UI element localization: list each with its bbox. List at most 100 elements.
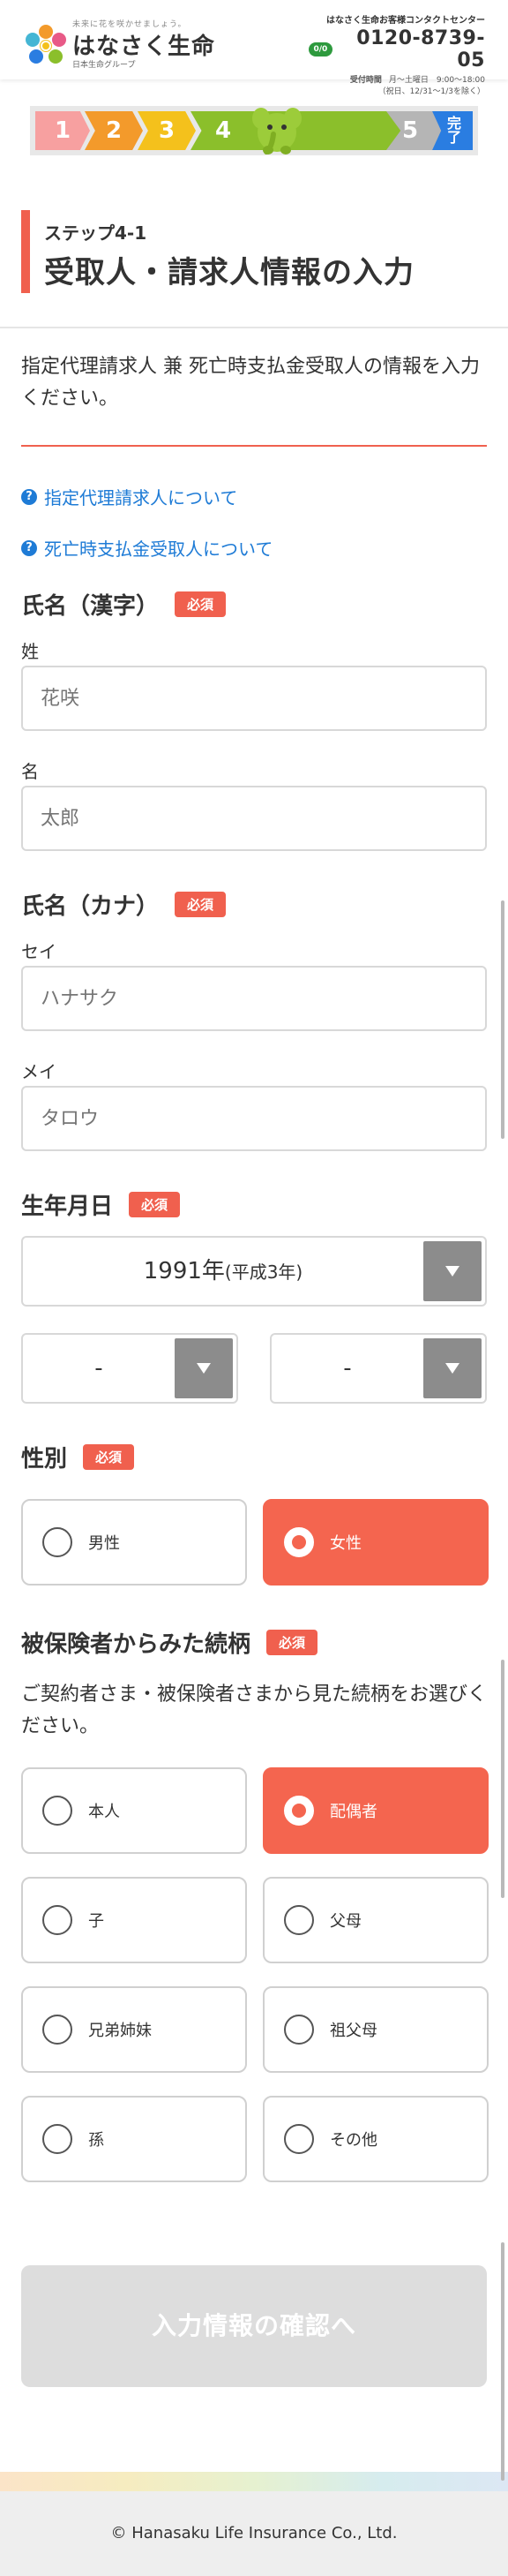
question-icon: ?: [21, 488, 37, 505]
footer-copyright: © Hanasaku Life Insurance Co., Ltd.: [0, 2491, 508, 2576]
relation-option-grandchild[interactable]: 孫: [21, 2096, 247, 2182]
birthdate-label-text: 生年月日: [21, 1194, 114, 1220]
footer-stripe: [0, 2472, 508, 2491]
first-name-kana-input[interactable]: [21, 1086, 487, 1151]
first-name-kanji-input[interactable]: [21, 786, 487, 851]
birth-month-select[interactable]: -: [21, 1333, 238, 1404]
flower-logo-icon: [26, 25, 66, 64]
hours-label: 受付時間: [349, 76, 382, 85]
progress-step-2: 2: [85, 111, 143, 150]
required-badge: 必須: [175, 892, 227, 917]
contact-center: はなさく生命お客様コンタクトセンター 0/0 0120-8739-05 受付時間…: [309, 12, 485, 96]
birth-era-text: (平成3年): [224, 1262, 303, 1283]
confirm-button[interactable]: 入力情報の確認へ: [21, 2265, 487, 2387]
progress-step-1: 1: [35, 111, 90, 150]
brand-group: 日本生命グループ: [72, 61, 136, 70]
radio-checked-icon: [284, 1796, 314, 1826]
relation-option-parent[interactable]: 父母: [263, 1877, 489, 1963]
scrollbar-thumb[interactable]: [501, 900, 504, 1139]
radio-icon: [42, 2015, 72, 2045]
mascot-icon: [252, 108, 302, 154]
relation-option-label: 子: [88, 1912, 104, 1931]
relation-option-label: 孫: [88, 2131, 104, 2150]
radio-icon: [42, 2124, 72, 2154]
birth-month-value: -: [94, 1355, 103, 1382]
last-name-kanji-input[interactable]: [21, 666, 487, 731]
last-name-kana-input[interactable]: [21, 966, 487, 1031]
gender-option-female[interactable]: 女性: [263, 1499, 489, 1586]
progress-step-3: 3: [138, 111, 196, 150]
first-name-label: 名: [21, 761, 39, 782]
brand-logo[interactable]: 未来に花を咲かせましょう。 はなさく生命 日本生命グループ: [19, 12, 216, 71]
required-badge: 必須: [175, 591, 227, 617]
question-icon: ?: [21, 539, 37, 556]
help-link-beneficiary[interactable]: ? 死亡時支払金受取人について: [21, 535, 273, 561]
gender-label-text: 性別: [21, 1446, 68, 1473]
relation-option-label: 父母: [330, 1912, 362, 1931]
gender-option-male[interactable]: 男性: [21, 1499, 247, 1586]
relation-option-child[interactable]: 子: [21, 1877, 247, 1963]
name-kanji-label-text: 氏名（漢字）: [21, 593, 160, 620]
scrollbar-thumb[interactable]: [501, 1660, 504, 1898]
birth-year-value: 1991年(平成3年): [23, 1238, 423, 1305]
relation-label: 被保険者からみた続柄 必須: [21, 1626, 318, 1659]
intro-divider: [21, 445, 487, 447]
required-badge: 必須: [129, 1192, 181, 1217]
required-badge: 必須: [83, 1444, 135, 1470]
hours-note: （祝日、12/31〜1/3を除く）: [377, 87, 485, 96]
relation-option-label: 兄弟姉妹: [88, 2022, 152, 2040]
contact-tel-row[interactable]: 0/0 0120-8739-05: [309, 27, 485, 72]
page-title-block: ステップ4-1 受取人・請求人情報の入力: [21, 210, 489, 293]
required-badge: 必須: [266, 1630, 318, 1655]
intro-text: 指定代理請求人 兼 死亡時支払金受取人の情報を入力ください。: [21, 356, 480, 410]
relation-option-grandparent[interactable]: 祖父母: [263, 1986, 489, 2073]
name-kana-label: 氏名（カナ） 必須: [21, 888, 227, 921]
relation-description: ご契約者さま・被保険者さまから見た続柄をお選びください。: [21, 1683, 488, 1737]
birth-year-select[interactable]: 1991年(平成3年): [21, 1236, 487, 1307]
freedial-icon: 0/0: [309, 42, 332, 56]
radio-icon: [284, 1905, 314, 1935]
last-name-kana-label: セイ: [21, 941, 56, 962]
brand-name: はなさく生命: [72, 34, 216, 60]
relation-option-spouse[interactable]: 配偶者: [263, 1767, 489, 1854]
step-label: ステップ4-1: [44, 222, 147, 244]
tel-number[interactable]: 0120-8739-05: [336, 27, 485, 72]
relation-option-sibling[interactable]: 兄弟姉妹: [21, 1986, 247, 2073]
done-line-2: 了: [446, 129, 461, 146]
relation-option-other[interactable]: その他: [263, 2096, 489, 2182]
chevron-down-icon: [423, 1241, 482, 1301]
chevron-down-icon: [423, 1338, 482, 1398]
birth-year-text: 1991年: [143, 1258, 225, 1284]
help-link-agent-label: 指定代理請求人について: [44, 487, 238, 508]
radio-icon: [42, 1796, 72, 1826]
relation-option-label: その他: [330, 2131, 377, 2150]
radio-icon: [284, 2124, 314, 2154]
radio-icon: [42, 1527, 72, 1557]
gender-option-male-label: 男性: [88, 1534, 120, 1553]
relation-option-label: 配偶者: [330, 1803, 377, 1821]
radio-icon: [42, 1905, 72, 1935]
hours-value: 月〜土曜日 9:00〜18:00: [388, 76, 485, 85]
relation-option-label: 本人: [88, 1803, 120, 1821]
relation-option-self[interactable]: 本人: [21, 1767, 247, 1854]
birth-day-select[interactable]: -: [270, 1333, 487, 1404]
radio-checked-icon: [284, 1527, 314, 1557]
relation-label-text: 被保険者からみた続柄: [21, 1631, 251, 1658]
page-title: 受取人・請求人情報の入力: [44, 255, 415, 290]
chevron-down-icon: [175, 1338, 233, 1398]
name-kanji-label: 氏名（漢字） 必須: [21, 588, 227, 621]
first-name-kana-label: メイ: [21, 1061, 56, 1082]
contact-hours: 受付時間 月〜土曜日 9:00〜18:00: [309, 73, 485, 85]
help-link-agent[interactable]: ? 指定代理請求人について: [21, 484, 237, 509]
scrollbar-thumb[interactable]: [501, 2242, 504, 2481]
site-header: 未来に花を咲かせましょう。 はなさく生命 日本生命グループ はなさく生命お客様コ…: [0, 0, 508, 96]
gender-label: 性別 必須: [21, 1441, 135, 1473]
birth-day-value: -: [343, 1355, 352, 1382]
relation-option-label: 祖父母: [330, 2022, 377, 2040]
contact-title: はなさく生命お客様コンタクトセンター: [326, 16, 485, 26]
last-name-label: 姓: [21, 641, 39, 662]
help-link-beneficiary-label: 死亡時支払金受取人について: [44, 539, 273, 560]
title-divider: [0, 327, 508, 328]
name-kana-label-text: 氏名（カナ）: [21, 893, 160, 920]
radio-icon: [284, 2015, 314, 2045]
